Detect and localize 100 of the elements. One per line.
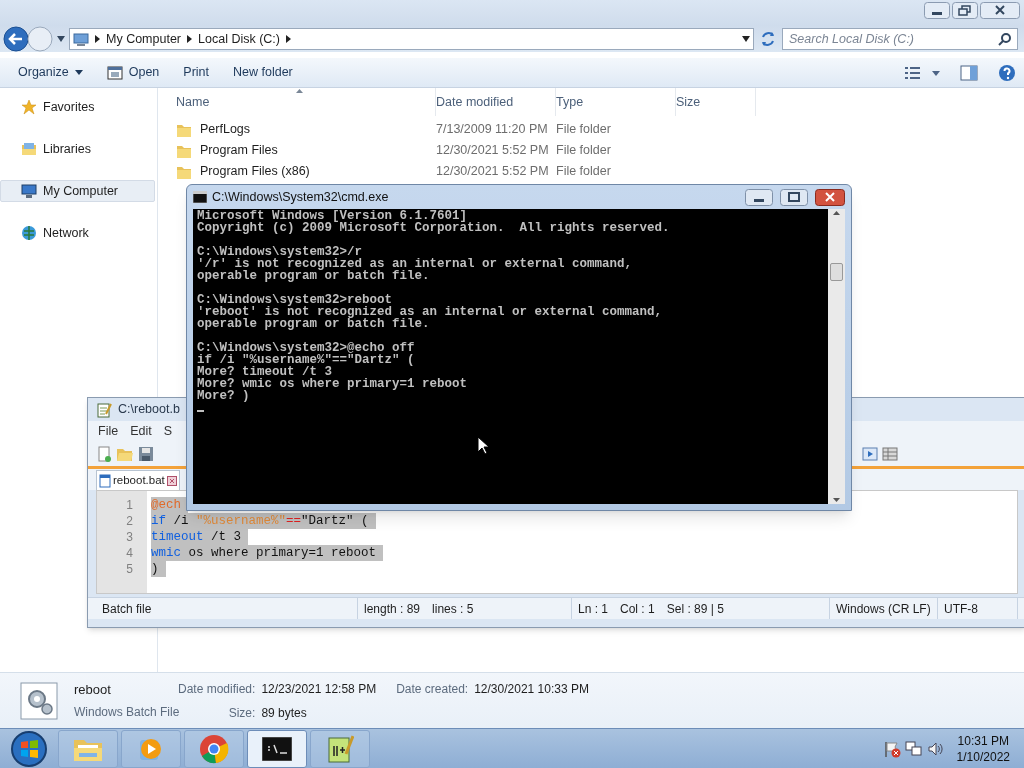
line-number: 1 — [126, 497, 133, 513]
save-icon[interactable] — [138, 445, 154, 462]
clock-date[interactable]: 1/10/2022 — [956, 748, 1010, 765]
field-value: 12/23/2021 12:58 PM — [261, 680, 377, 698]
status-text: Ln : 1 — [578, 600, 609, 618]
status-text: Col : 1 — [620, 600, 655, 618]
line-number: 3 — [126, 529, 133, 545]
scrollbar[interactable] — [828, 209, 845, 504]
dropdown-icon — [74, 70, 83, 75]
sidebar-item[interactable]: Favorites — [0, 96, 155, 118]
start-button[interactable] — [9, 728, 49, 768]
type-cell-text: File folder — [556, 163, 612, 181]
file-name[interactable]: Program Files — [200, 141, 278, 160]
notepad-icon — [326, 733, 354, 764]
network-icon — [21, 225, 37, 241]
field-label: Date modified: — [178, 680, 256, 698]
file-tab[interactable]: reboot.bat — [96, 470, 180, 490]
file-name[interactable]: Program Files (x86) — [200, 162, 310, 181]
type-cell-text: File folder — [556, 142, 612, 160]
preview-pane-button[interactable] — [960, 64, 978, 81]
restore-button[interactable] — [952, 2, 978, 19]
console-line: if /i "%username%"=="Dartz" ( — [197, 354, 416, 366]
menu-item[interactable]: S — [163, 421, 173, 441]
file-icon — [99, 473, 111, 488]
notepad-icon — [96, 401, 112, 418]
line-number: 4 — [126, 545, 133, 561]
flag-alert-icon[interactable] — [882, 739, 901, 758]
down-arrow-icon — [833, 498, 840, 502]
menu-item[interactable]: File — [98, 421, 119, 441]
taskbar-button[interactable] — [247, 729, 307, 768]
chevron-right-icon — [286, 35, 291, 43]
breadcrumb-item[interactable]: Local Disk (C:) — [198, 29, 280, 49]
macro-icon[interactable] — [862, 445, 878, 462]
console-line: C:\Windows\system32>@echo off — [197, 342, 416, 354]
file-type: Windows Batch File — [74, 703, 181, 721]
date-cell-text: 7/13/2009 11:20 PM — [436, 121, 549, 139]
sidebar-item[interactable]: My Computer — [0, 180, 155, 202]
window-title: C:\Windows\System32\cmd.exe — [212, 188, 389, 206]
up-arrow-icon — [833, 211, 840, 215]
back-button[interactable] — [3, 26, 29, 52]
mouse-pointer-icon — [477, 436, 489, 455]
column-header[interactable]: Name — [176, 92, 210, 112]
column-header[interactable]: Type — [556, 92, 584, 112]
date-cell-text: 12/30/2021 5:52 PM — [436, 142, 550, 160]
status-text: lines : 5 — [432, 600, 474, 618]
file-name[interactable]: PerfLogs — [200, 120, 251, 139]
field-label: Date created: — [395, 680, 469, 698]
field-value: 89 bytes — [261, 704, 308, 722]
help-icon[interactable] — [998, 63, 1016, 82]
column-header[interactable]: Size — [676, 92, 701, 112]
close-button[interactable] — [815, 188, 845, 206]
line-number: 5 — [126, 561, 133, 577]
sort-arrow-icon — [296, 89, 303, 93]
menu-item[interactable]: Edit — [130, 421, 152, 441]
network-icon[interactable] — [904, 739, 923, 758]
star-icon — [21, 99, 37, 115]
console-line: operable program or batch file. — [197, 318, 431, 330]
type-cell-text: File folder — [556, 121, 612, 139]
column-header[interactable]: Date modified — [436, 92, 514, 112]
toolbar-button[interactable]: Open — [96, 60, 170, 85]
window-icon — [106, 65, 123, 80]
search-icon — [998, 32, 1012, 46]
gear-file-icon — [20, 681, 58, 720]
new-file-icon[interactable] — [96, 445, 112, 462]
maximize-button[interactable] — [780, 188, 808, 206]
console-line: 'reboot' is not recognized as an internal or external command, — [197, 306, 664, 318]
clock-time[interactable]: 10:31 PM — [957, 732, 1009, 749]
scroll-thumb[interactable] — [830, 262, 843, 281]
console-line: C:\Windows\system32>/r — [197, 246, 364, 258]
line-number: 2 — [126, 513, 133, 529]
history-dropdown-icon[interactable] — [57, 36, 65, 42]
date-cell-text: 12/30/2021 5:52 PM — [436, 163, 550, 181]
close-button[interactable] — [980, 2, 1020, 19]
address-bar[interactable]: My Computer Local Disk (C:) — [69, 28, 754, 50]
console-icon — [193, 191, 207, 203]
computer-icon — [73, 31, 89, 47]
status-text: Windows (CR LF) — [836, 600, 931, 618]
chevron-right-icon — [187, 35, 193, 43]
chevron-right-icon — [95, 35, 100, 43]
console-line: Microsoft Windows [Version 6.1.7601] — [197, 210, 468, 222]
console-line: operable program or batch file. — [197, 270, 431, 282]
close-icon — [166, 475, 177, 486]
toolbar-button[interactable]: New folder — [223, 60, 303, 85]
console-line: More? wmic os where primary=1 reboot — [197, 378, 469, 390]
view-options-button[interactable] — [904, 64, 942, 81]
library-icon — [21, 141, 37, 157]
sidebar-item[interactable]: Libraries — [0, 138, 155, 160]
status-text: Batch file — [102, 600, 152, 618]
console-line: Copyright (c) 2009 Microsoft Corporation. All rights reserved. — [197, 222, 671, 234]
toolbar-button[interactable]: Organize — [8, 60, 93, 85]
minimize-button[interactable] — [924, 2, 950, 19]
toolbar-button[interactable]: Print — [173, 60, 220, 85]
breadcrumb-item[interactable]: My Computer — [106, 29, 182, 49]
search-field[interactable]: Search Local Disk (C:) — [782, 28, 1018, 50]
computer-icon — [21, 183, 37, 199]
minimize-button[interactable] — [745, 188, 773, 206]
grid-icon[interactable] — [882, 445, 898, 462]
status-text: UTF-8 — [944, 600, 978, 618]
sidebar-item[interactable]: Network — [0, 222, 155, 244]
console-line: C:\Windows\system32>reboot — [197, 294, 394, 306]
